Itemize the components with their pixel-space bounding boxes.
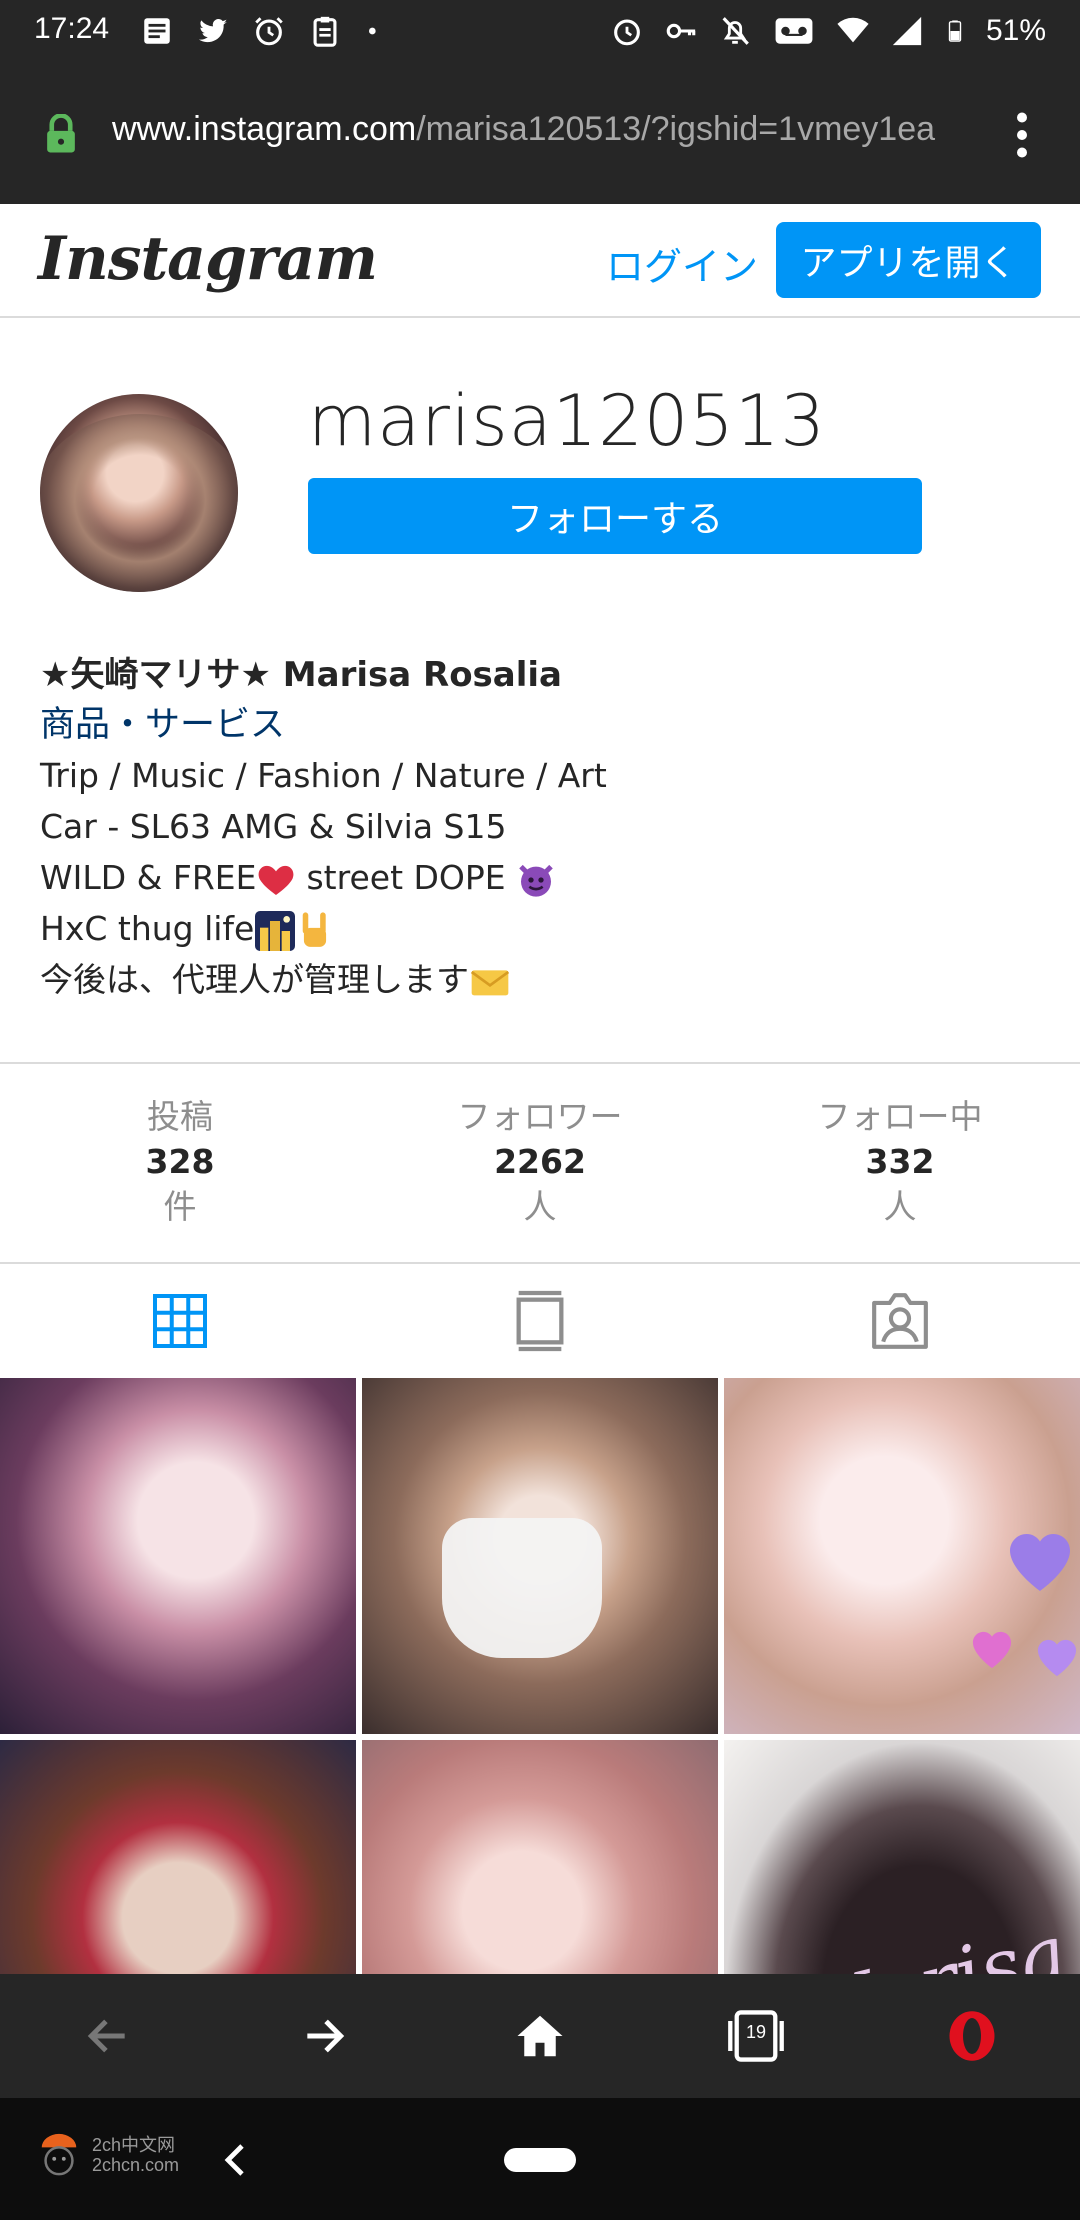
lock-icon [47, 114, 75, 153]
devil-icon [519, 864, 553, 897]
stat-value: 332 [865, 1142, 935, 1181]
profile-bio: ★矢崎マリサ★ Marisa Rosalia 商品・サービス Trip / Mu… [40, 650, 1040, 1005]
tabs-button[interactable]: 19 [726, 2006, 786, 2066]
stat-label: 投稿 [147, 1097, 213, 1136]
back-button[interactable] [78, 2006, 138, 2066]
watermark-line1: 2ch中文网 [92, 2135, 176, 2155]
grid-photo[interactable] [0, 1740, 356, 1974]
photo-script-text: Marisa [787, 1908, 1076, 1974]
heart-sticker-icon [1037, 1639, 1077, 1677]
opera-menu-button[interactable] [942, 2006, 1002, 2066]
instagram-logo[interactable]: Instagram [38, 224, 378, 294]
stat-label: フォロワー [457, 1097, 623, 1136]
follow-button[interactable]: フォローする [308, 478, 922, 554]
browser-address-bar[interactable]: www.instagram.com/marisa120513/?igshid=1… [0, 62, 1080, 204]
tagged-icon [872, 1293, 928, 1349]
more-menu-icon[interactable] [1012, 110, 1032, 160]
bio-line-part: WILD & FREE [40, 858, 257, 897]
envelope-icon [470, 969, 510, 995]
opera-icon [949, 2011, 995, 2061]
battery-icon [948, 20, 962, 42]
bio-line: 今後は、代理人が管理します [40, 954, 1040, 1005]
stat-label: フォロー中 [817, 1097, 983, 1136]
stat-value: 328 [145, 1142, 215, 1181]
home-button[interactable] [510, 2006, 570, 2066]
url-path: /marisa120513/?igshid=1vmey1ea [416, 110, 936, 148]
wifi-icon [837, 17, 869, 43]
grid-photo[interactable] [0, 1378, 356, 1734]
battery-percent: 51% [985, 14, 1046, 47]
bio-line: WILD & FREE street DOPE [40, 852, 1040, 903]
stat-unit: 人 [883, 1187, 917, 1226]
grid-photo[interactable] [362, 1740, 718, 1974]
bio-line: Car - SL63 AMG & Silvia S15 [40, 807, 507, 846]
stat-unit: 人 [523, 1187, 557, 1226]
url-host: www.instagram.com [112, 110, 417, 148]
login-link[interactable]: ログイン [606, 236, 758, 291]
tab-grid[interactable] [0, 1264, 360, 1378]
bell-off-icon [722, 17, 749, 45]
status-time: 17:24 [34, 12, 110, 45]
tab-tagged[interactable] [720, 1264, 1080, 1378]
system-back-icon[interactable] [222, 2142, 246, 2178]
browser-bottom-nav: 19 [0, 1974, 1080, 2098]
system-nav-bar: 2ch中文网 2chcn.com [0, 2098, 1080, 2220]
tab-count: 19 [745, 2022, 767, 2042]
bio-line-part: 今後は、代理人が管理します [40, 960, 469, 999]
instagram-header: Instagram ログイン アプリを開く [0, 204, 1080, 318]
rock-hand-icon [303, 911, 327, 947]
voicemail-icon [775, 18, 813, 44]
bio-line-part: street DOPE [306, 858, 517, 897]
twitter-icon [198, 19, 228, 43]
status-left-icons [140, 12, 384, 50]
forward-button[interactable] [294, 2006, 354, 2066]
news-icon [144, 18, 170, 44]
watermark-logo-icon [41, 2133, 77, 2176]
stat-unit: 件 [163, 1187, 197, 1226]
profile-full-name: ★矢崎マリサ★ Marisa Rosalia [40, 655, 562, 695]
profile-stats: 投稿 328 件 フォロワー 2262 人 フォロー中 332 人 [0, 1062, 1080, 1264]
alarm-icon [255, 17, 283, 46]
feed-icon [516, 1290, 564, 1352]
arrow-back-icon [87, 2019, 125, 2053]
open-app-button[interactable]: アプリを開く [776, 222, 1041, 298]
heart-sticker-icon [972, 1631, 1012, 1669]
grid-icon [153, 1294, 207, 1348]
stat-following[interactable]: フォロー中 332 人 [720, 1064, 1080, 1262]
photo-grid: Marisa [0, 1378, 1080, 1974]
grid-photo[interactable]: Marisa [724, 1740, 1080, 1974]
tab-feed[interactable] [360, 1264, 720, 1378]
bio-line: Trip / Music / Fashion / Nature / Art [40, 756, 607, 795]
watermark-line2: 2chcn.com [92, 2155, 180, 2175]
key-icon [666, 23, 696, 39]
bio-line: HxC thug life [40, 903, 1040, 954]
system-home-pill[interactable] [504, 2148, 576, 2172]
heart-sticker-icon [1010, 1534, 1070, 1591]
face-mask [442, 1518, 602, 1658]
night-city-icon [255, 910, 296, 951]
profile-tabs [0, 1264, 1080, 1378]
profile-category[interactable]: 商品・サービス [40, 700, 1040, 750]
status-right-icons: 51% [610, 12, 1046, 50]
stat-value: 2262 [494, 1142, 586, 1181]
arrow-forward-icon [307, 2019, 345, 2053]
profile-avatar[interactable] [40, 394, 238, 592]
url-text[interactable]: www.instagram.com/marisa120513/?igshid=1… [112, 110, 982, 149]
signal-icon [892, 16, 922, 46]
stat-posts: 投稿 328 件 [0, 1064, 360, 1262]
alarm-icon [614, 19, 640, 46]
profile-username: marisa120513 [308, 380, 826, 462]
watermark: 2ch中文网 2chcn.com [36, 2128, 179, 2182]
home-icon [517, 2015, 563, 2057]
dot-icon [369, 27, 376, 35]
grid-photo[interactable] [362, 1378, 718, 1734]
stat-followers[interactable]: フォロワー 2262 人 [360, 1064, 720, 1262]
bio-line-part: HxC thug life [40, 909, 255, 948]
red-heart-icon [259, 865, 294, 895]
grid-photo[interactable] [724, 1378, 1080, 1734]
clipboard-icon [313, 16, 337, 47]
status-bar: 17:24 51% [0, 0, 1080, 62]
